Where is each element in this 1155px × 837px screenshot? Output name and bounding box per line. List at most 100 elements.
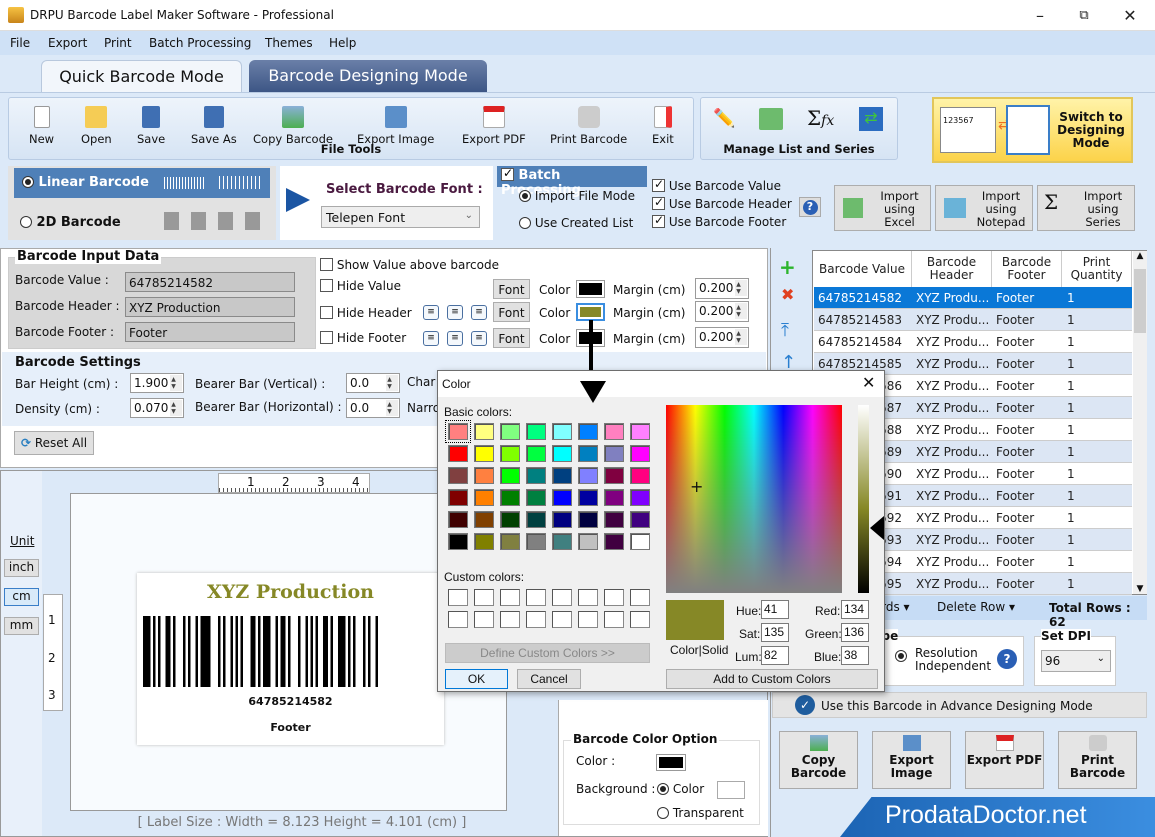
import-notepad-button[interactable]: Import using Notepad [935, 185, 1033, 231]
basic-color-swatch[interactable] [604, 445, 624, 462]
help-button[interactable]: ? [799, 197, 821, 217]
unit-inch-button[interactable]: inch [4, 559, 39, 577]
tab-quick-barcode-mode[interactable]: Quick Barcode Mode [41, 60, 242, 92]
custom-color-swatch[interactable] [448, 589, 468, 606]
custom-color-swatch[interactable] [448, 611, 468, 628]
green-input[interactable]: 136 [841, 623, 869, 642]
close-button[interactable]: ✕ [1110, 4, 1150, 28]
maximize-button[interactable]: ⧉ [1064, 4, 1104, 28]
font-footer-button[interactable]: Font [493, 328, 530, 348]
bearer-vertical-input[interactable]: 0.0 [346, 373, 400, 393]
custom-color-swatch[interactable] [474, 611, 494, 628]
use-barcode-header-checkbox[interactable]: Use Barcode Header [652, 195, 792, 211]
blue-input[interactable]: 38 [841, 646, 869, 665]
basic-color-swatch[interactable] [578, 423, 598, 440]
hide-value-checkbox[interactable]: Hide Value [320, 279, 401, 293]
basic-color-swatch[interactable] [604, 533, 624, 550]
basic-color-swatch[interactable] [526, 467, 546, 484]
unit-cm-button[interactable]: cm [4, 588, 39, 606]
swap-arrows-icon[interactable]: ⇄ [859, 107, 883, 131]
basic-color-swatch[interactable] [500, 533, 520, 550]
ok-button[interactable]: OK [445, 669, 508, 689]
color-spectrum[interactable]: + [666, 405, 842, 593]
basic-color-swatch[interactable] [604, 423, 624, 440]
use-barcode-value-checkbox[interactable]: Use Barcode Value [652, 177, 781, 193]
background-color-swatch[interactable] [717, 781, 745, 799]
export-image-button[interactable]: Export Image [357, 106, 434, 146]
basic-color-swatch[interactable] [604, 511, 624, 528]
custom-color-swatch[interactable] [552, 611, 572, 628]
align-right-footer-icon[interactable]: ≡ [471, 331, 487, 346]
margin-value-input[interactable]: 0.200 [695, 278, 749, 299]
density-input[interactable]: 0.070 [130, 398, 184, 418]
import-series-button[interactable]: Σ Import using Series [1037, 185, 1135, 231]
basic-color-swatch[interactable] [526, 511, 546, 528]
basic-color-swatch[interactable] [500, 511, 520, 528]
barcode-value-input[interactable]: 64785214582 [125, 272, 295, 292]
hide-footer-checkbox[interactable]: Hide Footer [320, 331, 406, 345]
dpi-dropdown[interactable]: 96 ⌄ [1041, 650, 1111, 672]
align-left-footer-icon[interactable]: ≡ [423, 331, 439, 346]
custom-color-swatch[interactable] [630, 589, 650, 606]
custom-color-swatch[interactable] [500, 611, 520, 628]
menu-export[interactable]: Export [48, 36, 87, 50]
basic-color-swatch[interactable] [578, 533, 598, 550]
basic-color-swatch[interactable] [474, 489, 494, 506]
basic-color-swatch[interactable] [474, 467, 494, 484]
basic-color-swatch[interactable] [630, 445, 650, 462]
2d-barcode-option[interactable]: 2D Barcode [20, 215, 121, 230]
basic-color-swatch[interactable] [445, 420, 471, 443]
basic-color-swatch[interactable] [578, 489, 598, 506]
hue-input[interactable]: 41 [761, 600, 789, 619]
background-color-option[interactable]: Color [657, 782, 704, 796]
export-pdf-action[interactable]: Export PDF [965, 731, 1044, 789]
barcode-label-preview[interactable]: XYZ Production 64785214582 Footer [137, 573, 444, 745]
column-header-header[interactable]: Barcode Header [912, 251, 992, 287]
add-row-icon[interactable]: + [779, 255, 796, 279]
color-value-swatch[interactable] [576, 280, 605, 298]
copy-barcode-action[interactable]: Copy Barcode [779, 731, 858, 789]
basic-color-swatch[interactable] [474, 533, 494, 550]
new-button[interactable]: New [29, 106, 54, 146]
export-pdf-button[interactable]: Export PDF [462, 106, 526, 146]
barcode-footer-input[interactable]: Footer [125, 322, 295, 342]
custom-color-swatch[interactable] [604, 611, 624, 628]
basic-color-swatch[interactable] [500, 445, 520, 462]
basic-color-swatch[interactable] [630, 511, 650, 528]
custom-color-swatch[interactable] [578, 611, 598, 628]
basic-color-swatch[interactable] [578, 511, 598, 528]
bar-color-swatch[interactable] [656, 754, 686, 771]
switch-to-designing-mode-button[interactable]: 123567 ⇄ Switch to Designing Mode [932, 97, 1133, 163]
batch-processing-toggle[interactable]: Batch Processing [497, 166, 647, 198]
custom-color-swatch[interactable] [526, 611, 546, 628]
align-left-header-icon[interactable]: ≡ [423, 305, 439, 320]
basic-color-swatch[interactable] [448, 511, 468, 528]
custom-color-swatch[interactable] [474, 589, 494, 606]
custom-color-swatch[interactable] [500, 589, 520, 606]
basic-color-swatch[interactable] [552, 489, 572, 506]
basic-color-swatch[interactable] [630, 467, 650, 484]
basic-color-swatch[interactable] [500, 467, 520, 484]
basic-color-swatch[interactable] [526, 533, 546, 550]
basic-color-swatch[interactable] [526, 423, 546, 440]
import-file-mode-option[interactable]: Import File Mode [519, 189, 635, 203]
basic-color-swatch[interactable] [500, 489, 520, 506]
background-transparent-option[interactable]: Transparent [657, 806, 744, 820]
column-header-value[interactable]: Barcode Value [813, 251, 912, 287]
delete-row-icon[interactable]: ✖ [781, 285, 794, 304]
basic-color-swatch[interactable] [552, 423, 572, 440]
excel-icon[interactable] [759, 108, 783, 130]
reset-all-button[interactable]: ⟳ Reset All [14, 431, 94, 455]
basic-color-swatch[interactable] [526, 489, 546, 506]
menu-batch-processing[interactable]: Batch Processing [149, 36, 251, 50]
basic-color-swatch[interactable] [552, 467, 572, 484]
basic-color-swatch[interactable] [448, 489, 468, 506]
hide-header-checkbox[interactable]: Hide Header [320, 306, 412, 320]
use-in-advance-mode-option[interactable]: ✓ Use this Barcode in Advance Designing … [772, 692, 1147, 718]
basic-color-swatch[interactable] [448, 445, 468, 462]
menu-print[interactable]: Print [104, 36, 132, 50]
basic-color-swatch[interactable] [630, 533, 650, 550]
linear-radio[interactable] [22, 176, 34, 188]
show-value-above-checkbox[interactable]: Show Value above barcode [320, 258, 499, 272]
basic-color-swatch[interactable] [630, 489, 650, 506]
